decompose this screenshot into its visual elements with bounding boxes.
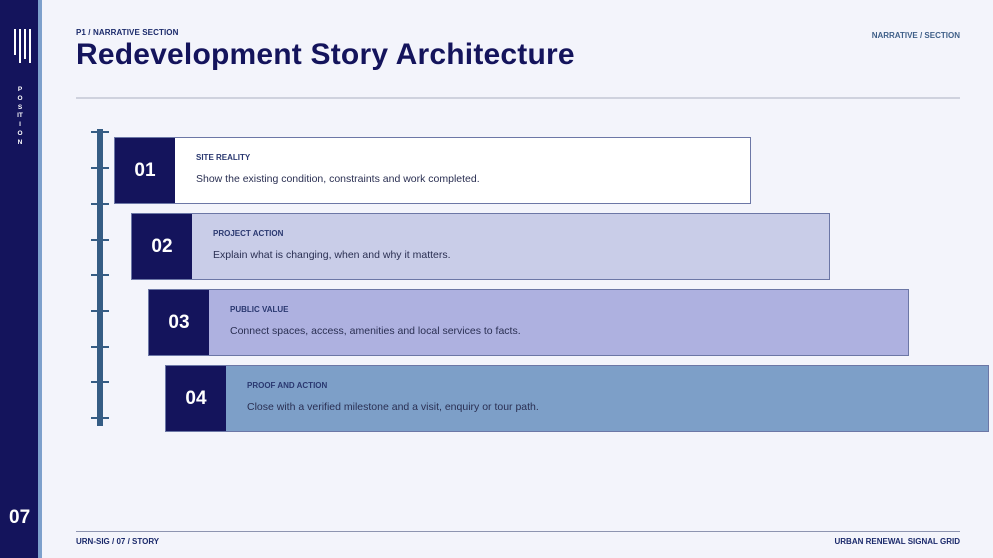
- timeline-tick: [91, 417, 109, 419]
- sidebar-accent-stripe: [38, 0, 42, 558]
- step-number: 01: [115, 138, 175, 203]
- logo-icon: [14, 29, 34, 63]
- step-card-2: 02 PROJECT ACTION Explain what is changi…: [131, 213, 830, 280]
- step-label: PROOF AND ACTION: [247, 381, 328, 390]
- timeline-tick: [91, 167, 109, 169]
- step-label: PROJECT ACTION: [213, 229, 284, 238]
- timeline-tick: [91, 131, 109, 133]
- sidebar: POSITION 07: [0, 0, 38, 558]
- timeline-tick: [91, 381, 109, 383]
- timeline-tick: [91, 310, 109, 312]
- step-description: Close with a verified milestone and a vi…: [247, 401, 539, 413]
- step-card-1: 01 SITE REALITY Show the existing condit…: [114, 137, 751, 204]
- step-label: SITE REALITY: [196, 153, 251, 162]
- step-number: 02: [132, 214, 192, 279]
- page-title: Redevelopment Story Architecture: [76, 38, 575, 71]
- step-label: PUBLIC VALUE: [230, 305, 289, 314]
- timeline-tick: [91, 239, 109, 241]
- step-description: Explain what is changing, when and why i…: [213, 249, 451, 261]
- step-description: Show the existing condition, constraints…: [196, 173, 480, 185]
- footer-divider: [76, 531, 960, 532]
- timeline-tick: [91, 203, 109, 205]
- step-number: 04: [166, 366, 226, 431]
- step-description: Connect spaces, access, amenities and lo…: [230, 325, 521, 337]
- step-number: 03: [149, 290, 209, 355]
- step-card-4: 04 PROOF AND ACTION Close with a verifie…: [165, 365, 989, 432]
- sidebar-vertical-label: POSITION: [17, 86, 23, 146]
- section-tag: NARRATIVE / SECTION: [871, 31, 960, 40]
- step-card-3: 03 PUBLIC VALUE Connect spaces, access, …: [148, 289, 909, 356]
- section-eyebrow: P1 / NARRATIVE SECTION: [76, 28, 179, 37]
- footer-brand: URBAN RENEWAL SIGNAL GRID: [834, 537, 961, 546]
- header-divider: [76, 97, 960, 99]
- footer-code: URN-SIG / 07 / STORY: [76, 537, 160, 546]
- timeline-tick: [91, 346, 109, 348]
- timeline-tick: [91, 274, 109, 276]
- page-number: 07: [9, 507, 31, 528]
